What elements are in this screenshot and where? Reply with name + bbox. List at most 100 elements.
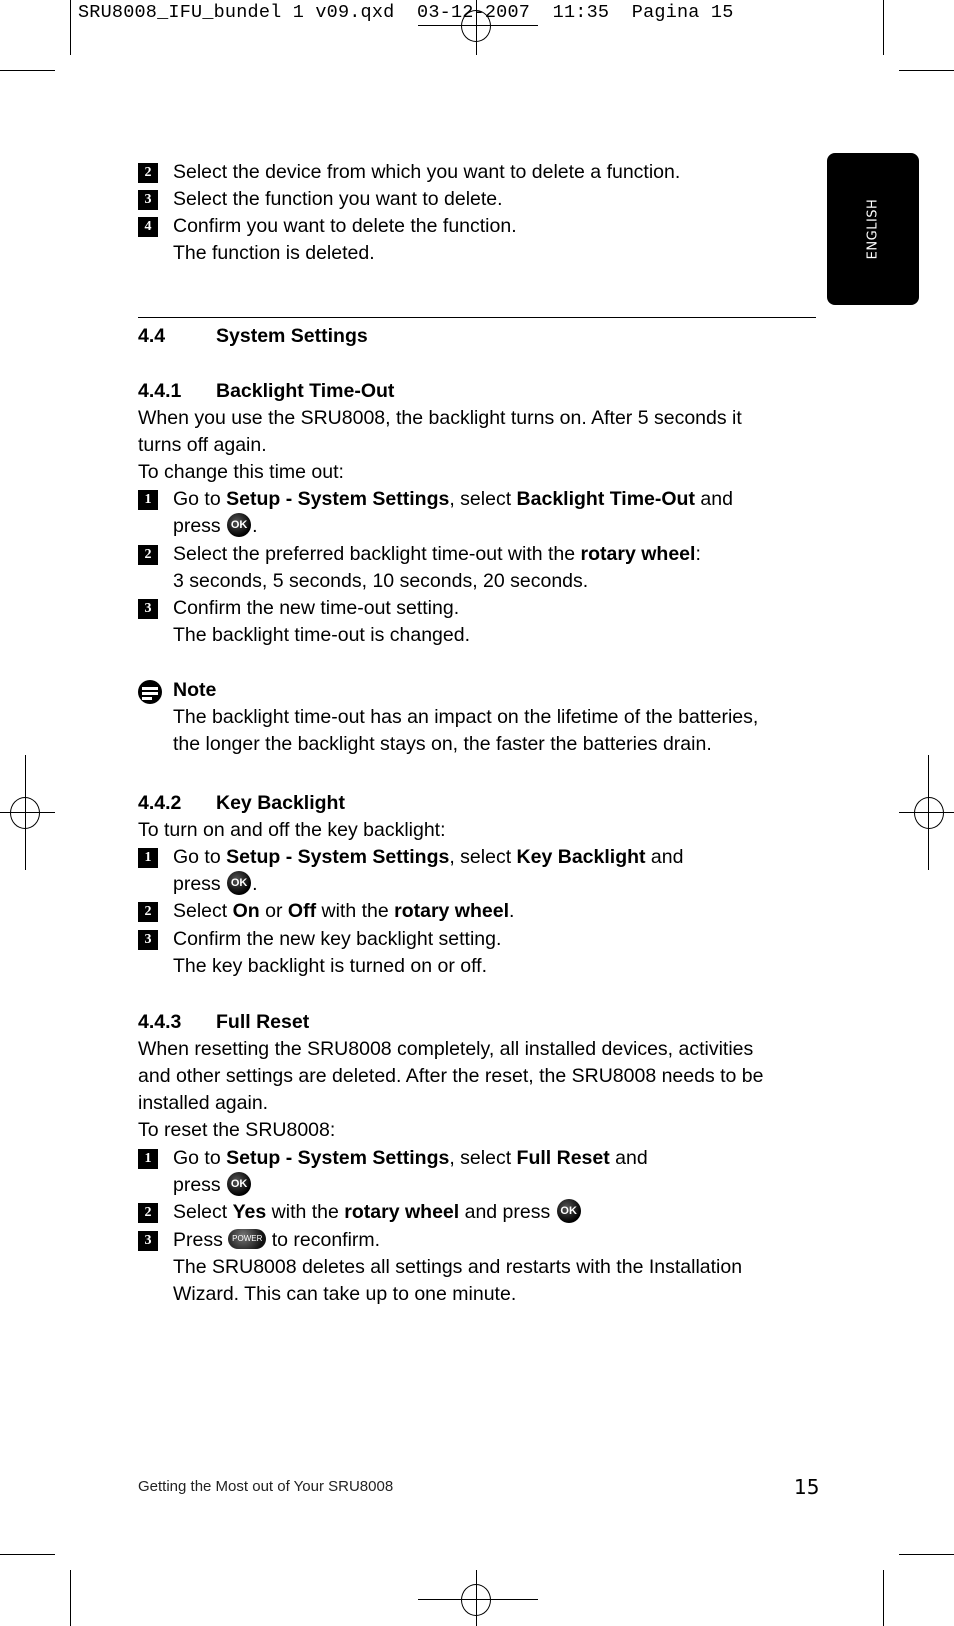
text: Select (173, 1201, 233, 1223)
paragraph-line: To reset the SRU8008: (138, 1119, 336, 1141)
ok-button-icon: OK (556, 1198, 581, 1223)
text: or (259, 900, 288, 922)
section-heading: 4.4 System Settings (138, 323, 368, 350)
text: and (645, 846, 684, 868)
registration-mark (461, 1584, 491, 1616)
paragraph-line: To change this time out: (138, 461, 344, 483)
ok-button-icon: OK (227, 512, 252, 537)
step-number-badge: 3 (138, 1231, 158, 1251)
subsection-number: 4.4.3 (138, 1011, 182, 1033)
text: Go to (173, 846, 227, 868)
subsection-heading: 4.4.1 Backlight Time-Out (138, 378, 394, 405)
step-text: Select the function you want to delete. (173, 188, 503, 210)
step-continuation: press OK. (173, 512, 258, 540)
text: : (695, 543, 701, 565)
subsection-title: Key Backlight (216, 792, 345, 814)
subsection-number: 4.4.2 (138, 792, 182, 814)
registration-mark (10, 797, 40, 829)
step-text: Select the preferred backlight time-out … (173, 541, 701, 568)
section-title: System Settings (216, 325, 368, 347)
control-name: rotary wheel (344, 1201, 460, 1223)
text: Select (173, 900, 233, 922)
step-number-badge: 1 (138, 490, 158, 510)
section-number: 4.4 (138, 325, 166, 347)
crop-mark (0, 1554, 55, 1555)
paragraph-line: installed again. (138, 1092, 269, 1114)
control-name: rotary wheel (394, 900, 509, 922)
step-continuation: press OK. (173, 870, 258, 898)
note-text: The backlight time-out has an impact on … (173, 706, 759, 728)
subsection-title: Backlight Time-Out (216, 380, 395, 402)
text: press (173, 873, 221, 895)
subsection-heading: 4.4.3 Full Reset (138, 1009, 309, 1036)
text: with the (266, 1201, 345, 1223)
text: Press (173, 1229, 223, 1251)
ok-button-icon: OK (227, 1171, 252, 1196)
text: , select (449, 488, 517, 510)
timeout-options: 3 seconds, 5 seconds, 10 seconds, 20 sec… (173, 570, 589, 592)
footer-title: Getting the Most out of Your SRU8008 (138, 1478, 394, 1495)
page-number: 15 (794, 1475, 820, 1499)
menu-item: Key Backlight (516, 846, 646, 868)
step-text: Select Yes with the rotary wheel and pre… (173, 1198, 582, 1226)
step-text: Confirm the new key backlight setting. (173, 928, 502, 950)
step-number-badge: 3 (138, 930, 158, 950)
step-text: Go to Setup - System Settings, select Ke… (173, 844, 683, 871)
menu-path: Setup - System Settings (226, 1147, 450, 1169)
paragraph-line: When you use the SRU8008, the backlight … (138, 407, 742, 429)
crop-mark (883, 1570, 884, 1626)
step-text: Select On or Off with the rotary wheel. (173, 898, 514, 925)
text: to reconfirm. (271, 1229, 381, 1251)
text: , select (449, 846, 517, 868)
step-result: The SRU8008 deletes all settings and res… (173, 1256, 743, 1278)
ok-button-icon: OK (227, 870, 252, 895)
option-off: Off (287, 900, 317, 922)
paragraph-line: turns off again. (138, 434, 267, 456)
text: . (509, 900, 515, 922)
subsection-number: 4.4.1 (138, 380, 182, 402)
registration-mark (461, 10, 491, 42)
note-icon (138, 680, 162, 704)
crop-mark (899, 1554, 954, 1555)
step-number-badge: 2 (138, 545, 158, 565)
menu-item: Full Reset (516, 1147, 610, 1169)
language-tab-label: ENGLISH (865, 198, 881, 260)
power-button-icon: POWER (228, 1228, 267, 1249)
menu-path: Setup - System Settings (226, 488, 450, 510)
text: Go to (173, 488, 227, 510)
note-text: the longer the backlight stays on, the f… (173, 733, 712, 755)
crop-mark (899, 70, 954, 71)
control-name: rotary wheel (580, 543, 696, 565)
step-number-badge: 2 (138, 1203, 158, 1223)
paragraph-line: When resetting the SRU8008 completely, a… (138, 1038, 754, 1060)
text: with the (316, 900, 395, 922)
step-text: Go to Setup - System Settings, select Ba… (173, 486, 733, 513)
step-result: The function is deleted. (173, 242, 375, 264)
step-text: Select the device from which you want to… (173, 161, 681, 183)
step-number-badge: 1 (138, 848, 158, 868)
step-number-badge: 2 (138, 163, 158, 183)
step-number-badge: 4 (138, 217, 158, 237)
crop-mark (70, 0, 71, 55)
crop-mark (70, 1570, 71, 1626)
step-result: The backlight time-out is changed. (173, 624, 470, 646)
step-number-badge: 2 (138, 902, 158, 922)
text: Go to (173, 1147, 227, 1169)
subsection-title: Full Reset (216, 1011, 310, 1033)
print-slug: SRU8008_IFU_bundel 1 v09.qxd 03-12-2007 … (78, 2, 734, 23)
note-label: Note (173, 679, 217, 701)
step-text: Confirm you want to delete the function. (173, 215, 517, 237)
text: press (173, 1174, 221, 1196)
step-result: Wizard. This can take up to one minute. (173, 1283, 517, 1305)
step-number-badge: 1 (138, 1149, 158, 1169)
step-result: The key backlight is turned on or off. (173, 955, 487, 977)
crop-mark (0, 70, 55, 71)
option-yes: Yes (232, 1201, 267, 1223)
step-text: Press POWER to reconfirm. (173, 1227, 380, 1254)
paragraph-line: and other settings are deleted. After th… (138, 1065, 764, 1087)
step-text: Confirm the new time-out setting. (173, 597, 460, 619)
menu-path: Setup - System Settings (226, 846, 450, 868)
paragraph-line: To turn on and off the key backlight: (138, 819, 446, 841)
step-continuation: press OK (173, 1171, 252, 1199)
step-number-badge: 3 (138, 599, 158, 619)
